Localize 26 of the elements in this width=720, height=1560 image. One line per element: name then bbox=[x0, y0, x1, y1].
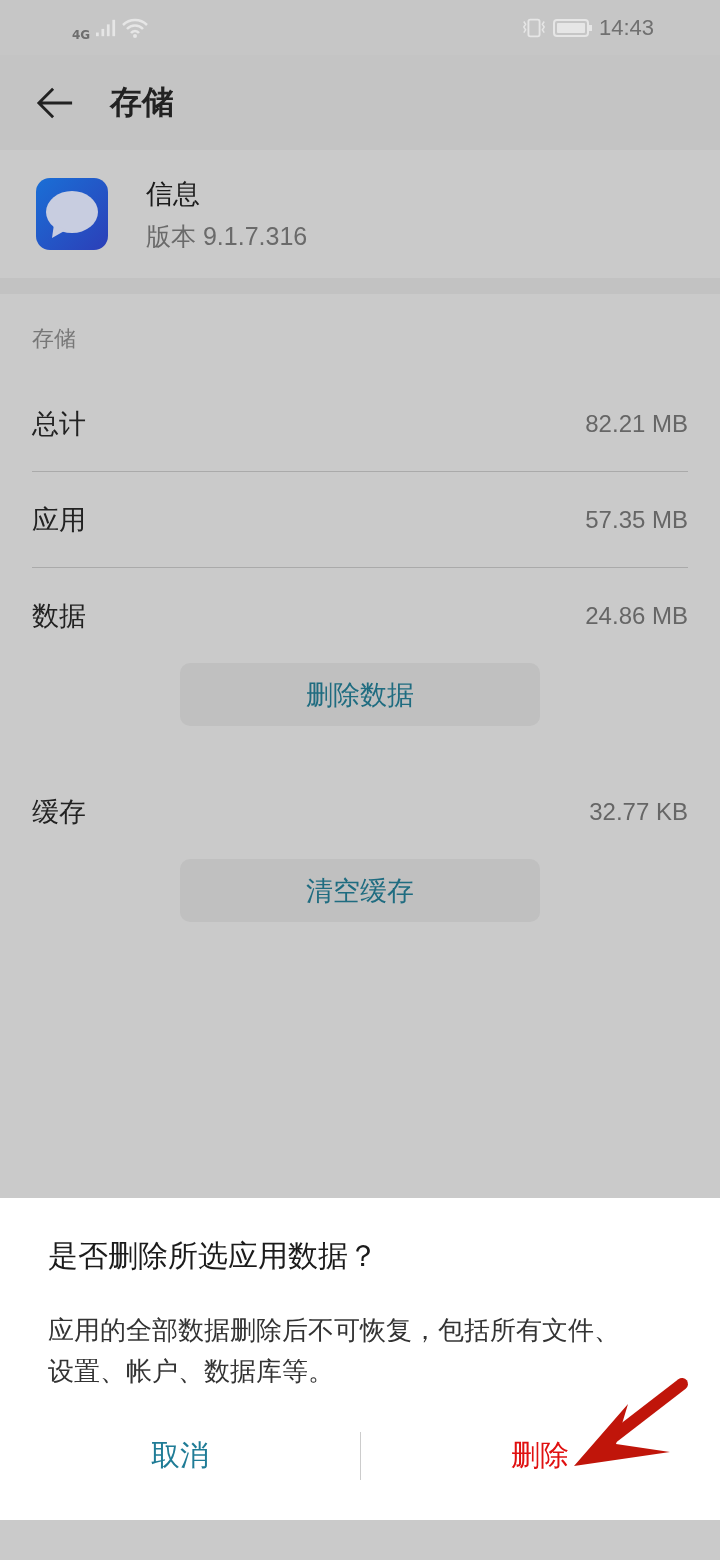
storage-value: 82.21 MB bbox=[585, 409, 688, 438]
page-title: 存储 bbox=[110, 81, 174, 123]
vibrate-icon bbox=[520, 17, 547, 38]
delete-button[interactable]: 删除 bbox=[360, 1428, 720, 1484]
signal-icon bbox=[96, 18, 117, 37]
back-arrow-icon[interactable] bbox=[36, 85, 74, 120]
app-version: 版本 9.1.7.316 bbox=[146, 220, 308, 252]
app-name: 信息 bbox=[146, 176, 201, 211]
wifi-icon bbox=[122, 17, 149, 38]
storage-label: 总计 bbox=[32, 406, 86, 441]
section-title: 存储 bbox=[32, 325, 77, 353]
storage-value: 24.86 MB bbox=[585, 601, 688, 630]
clock-time: 14:43 bbox=[598, 14, 654, 41]
action-button[interactable]: 删除数据 bbox=[180, 663, 540, 726]
action-button[interactable]: 清空缓存 bbox=[180, 859, 540, 922]
storage-value: 57.35 MB bbox=[585, 505, 688, 534]
message-bubble-icon bbox=[36, 178, 108, 250]
storage-label: 应用 bbox=[32, 502, 86, 537]
storage-label: 缓存 bbox=[32, 794, 86, 829]
battery-icon bbox=[552, 17, 593, 38]
network-type: 4G bbox=[72, 27, 91, 42]
cancel-button[interactable]: 取消 bbox=[0, 1428, 360, 1484]
dialog-message: 应用的全部数据删除后不可恢复，包括所有文件、设置、帐户、数据库等。 bbox=[48, 1314, 621, 1388]
storage-value: 32.77 KB bbox=[589, 797, 688, 826]
dialog-title: 是否删除所选应用数据？ bbox=[48, 1237, 379, 1275]
storage-label: 数据 bbox=[32, 598, 86, 633]
